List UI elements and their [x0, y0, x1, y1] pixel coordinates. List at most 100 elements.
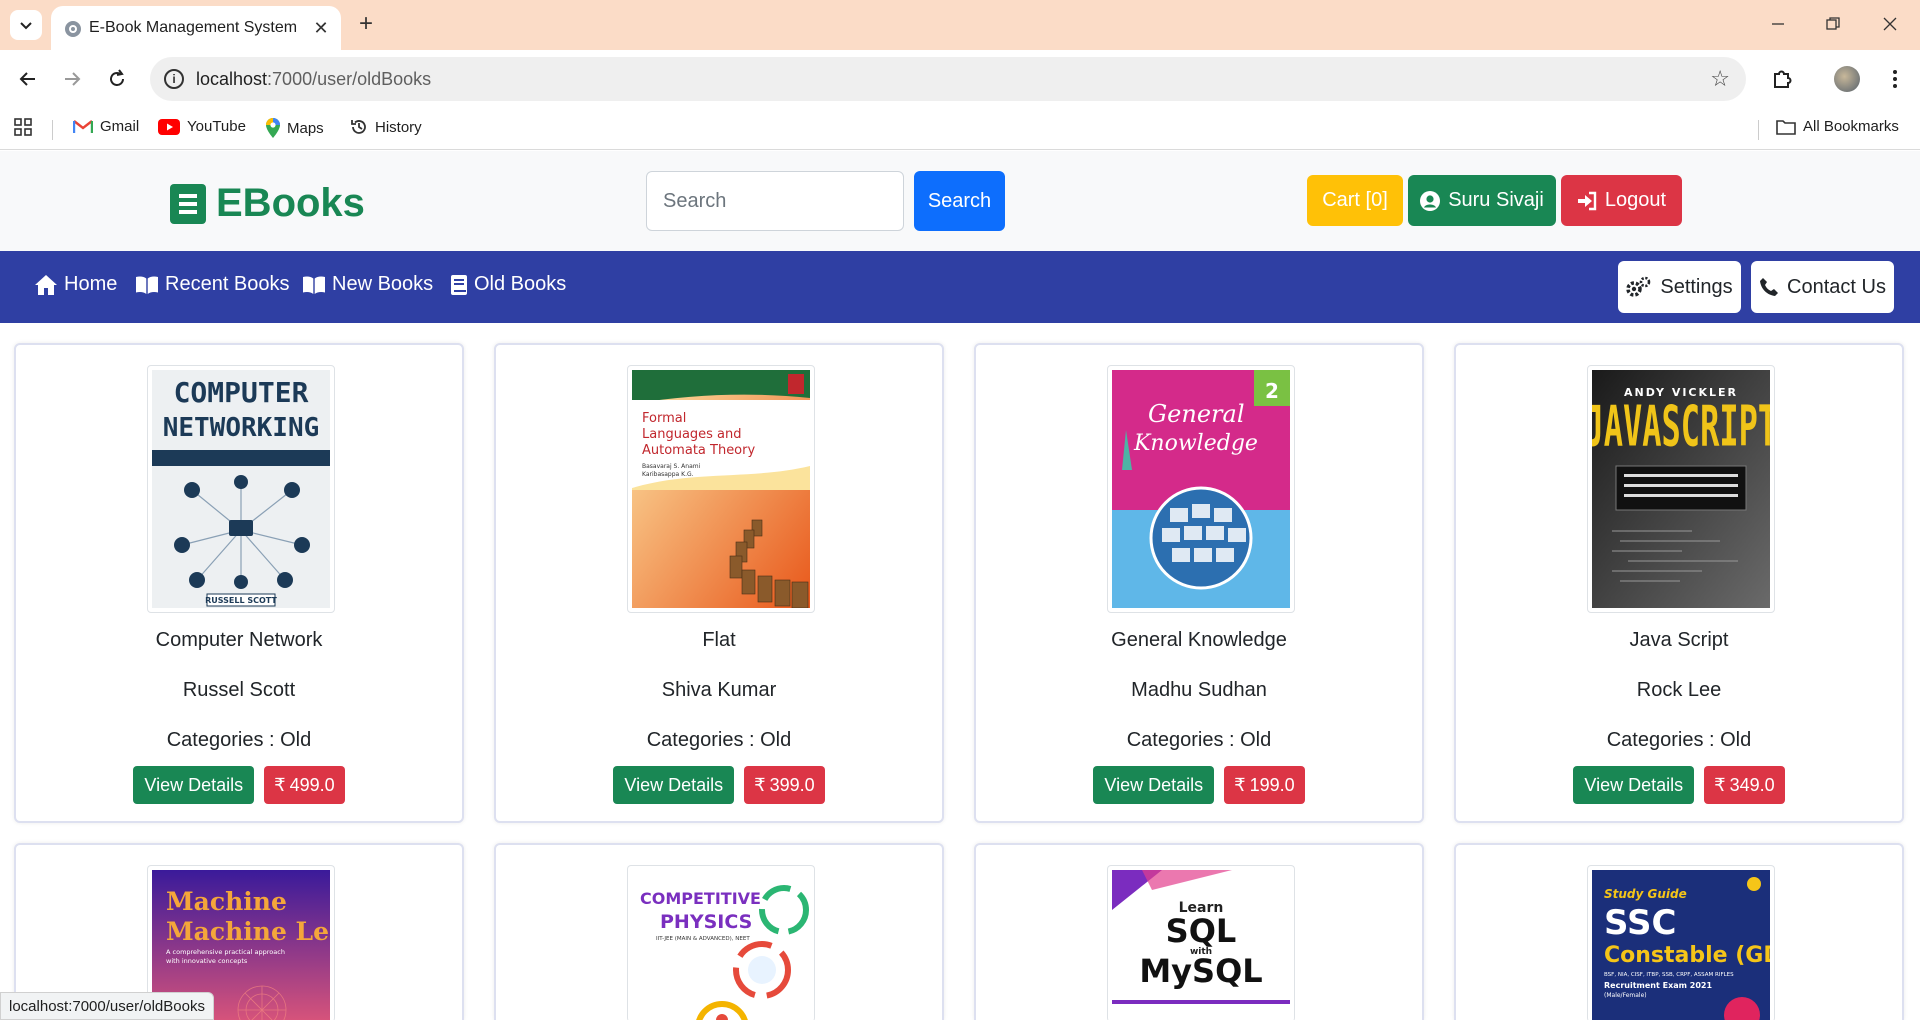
restore-icon: [1826, 17, 1840, 30]
book-author: Rock Lee: [1636, 679, 1722, 701]
price-button[interactable]: ₹349.0: [1704, 766, 1785, 804]
book-title: Flat: [702, 629, 736, 651]
url-text: localhost:7000/user/oldBooks: [196, 69, 431, 90]
reload-icon: [110, 69, 124, 86]
cart-button[interactable]: Cart [0]: [1307, 175, 1403, 226]
site-header: EBooks Search Cart [0] Suru Sivaji Logou…: [0, 151, 1920, 251]
cover-text: Machine Learning:: [166, 917, 330, 946]
forward-button[interactable]: [56, 63, 88, 95]
address-bar[interactable]: i localhost:7000/user/oldBooks ☆: [150, 57, 1746, 101]
contact-us-button[interactable]: Contact Us: [1751, 261, 1894, 313]
arrow-left-icon: [19, 72, 35, 86]
nav-recent-books[interactable]: Recent Books: [135, 273, 290, 296]
new-tab-button[interactable]: +: [352, 10, 380, 38]
cover-text: Recruitment Exam 2021: [1604, 981, 1712, 990]
user-profile-button[interactable]: Suru Sivaji: [1408, 175, 1556, 226]
bookmark-gmail[interactable]: Gmail: [73, 118, 139, 135]
svg-text:COMPETITIVE: COMPETITIVE: [640, 889, 761, 908]
book-cover-formal-languages: Formal Languages and Automata Theory Bas…: [632, 370, 810, 608]
book-cover-general-knowledge: 2 General Knowledge: [1112, 370, 1290, 608]
browser-toolbar: i localhost:7000/user/oldBooks ☆: [0, 50, 1920, 108]
browser-tab[interactable]: E-Book Management System ✕: [51, 6, 341, 50]
cart-label: Cart [0]: [1322, 189, 1388, 211]
bookmark-label: History: [375, 118, 422, 136]
book-cover-frame[interactable]: Formal Languages and Automata Theory Bas…: [627, 365, 815, 613]
price-value: 349.0: [1729, 774, 1775, 795]
nav-new-books[interactable]: New Books: [302, 273, 433, 296]
book-cover-frame[interactable]: Learn SQL with MySQL: [1107, 865, 1295, 1020]
view-details-button[interactable]: View Details: [1093, 766, 1215, 804]
nav-recent-books-label: Recent Books: [165, 273, 290, 295]
all-bookmarks-button[interactable]: All Bookmarks: [1776, 118, 1899, 135]
cover-art: COMPUTER NETWORKING RUSSELL SCOTT: [152, 370, 330, 608]
book-cover-frame[interactable]: COMPETITIVE PHYSICS IIT-JEE (MAIN & ADVA…: [627, 865, 815, 1020]
book-cover-frame[interactable]: Study Guide SSC Constable (GD) BSF, NIA,…: [1587, 865, 1775, 1020]
price-button[interactable]: ₹399.0: [744, 766, 825, 804]
search-button[interactable]: Search: [914, 171, 1005, 231]
logout-button[interactable]: Logout: [1561, 175, 1682, 226]
user-name: Suru Sivaji: [1448, 189, 1544, 211]
rupee-icon: ₹: [754, 774, 766, 795]
close-window-button[interactable]: [1870, 10, 1910, 38]
settings-button[interactable]: Settings: [1618, 261, 1741, 313]
rupee-icon: ₹: [1714, 774, 1726, 795]
nav-home[interactable]: Home: [34, 273, 117, 296]
cover-art: Study Guide SSC Constable (GD) BSF, NIA,…: [1592, 870, 1770, 1020]
book-category: Categories : Old: [166, 729, 312, 751]
nav-home-label: Home: [64, 273, 118, 295]
puzzle-icon: [1774, 70, 1792, 88]
bookmark-history[interactable]: History: [350, 118, 422, 136]
tab-search-button[interactable]: [10, 10, 42, 40]
nav-new-books-label: New Books: [332, 273, 434, 295]
cover-art: ANDY VICKLER JAVASCRIPT: [1592, 370, 1770, 608]
card-actions: View Details ₹349.0: [1456, 766, 1902, 804]
reload-button[interactable]: [101, 63, 133, 95]
site-info-icon[interactable]: i: [164, 69, 184, 89]
svg-text:Machine: Machine: [166, 887, 287, 916]
chrome-menu-button[interactable]: [1879, 63, 1911, 95]
sign-in-icon: [1577, 191, 1597, 210]
book-cover-frame[interactable]: 2 General Knowledge: [1107, 365, 1295, 613]
cover-art: Formal Languages and Automata Theory Bas…: [632, 370, 810, 608]
cover-art: COMPETITIVE PHYSICS IIT-JEE (MAIN & ADVA…: [632, 870, 810, 1020]
search-input[interactable]: [646, 171, 904, 231]
bookmark-maps[interactable]: Maps: [266, 118, 324, 138]
bookmarks-divider: [52, 120, 53, 140]
cover-text: COMPUTER: [174, 376, 309, 409]
card-actions: View Details ₹199.0: [976, 766, 1422, 804]
view-details-button[interactable]: View Details: [1573, 766, 1695, 804]
bookmark-label: YouTube: [187, 118, 246, 135]
nav-old-books[interactable]: Old Books: [450, 273, 566, 296]
book-title: General Knowledge: [1111, 629, 1287, 651]
cover-text: RUSSELL SCOTT: [205, 596, 277, 605]
restore-button[interactable]: [1813, 10, 1853, 38]
svg-text:2: 2: [1265, 379, 1279, 403]
back-button[interactable]: [12, 63, 44, 95]
svg-text:General: General: [1148, 400, 1245, 428]
settings-label: Settings: [1660, 275, 1733, 298]
apps-button[interactable]: [14, 118, 32, 136]
price-button[interactable]: ₹499.0: [264, 766, 345, 804]
price-button[interactable]: ₹199.0: [1224, 766, 1305, 804]
book-card: COMPETITIVE PHYSICS IIT-JEE (MAIN & ADVA…: [494, 843, 944, 1020]
bookmark-star-icon[interactable]: ☆: [1710, 66, 1730, 92]
view-details-button[interactable]: View Details: [133, 766, 255, 804]
nav-old-books-label: Old Books: [474, 273, 567, 295]
extensions-button[interactable]: [1766, 63, 1798, 95]
bookmark-youtube[interactable]: YouTube: [158, 118, 246, 135]
minimize-button[interactable]: [1758, 10, 1798, 38]
rupee-icon: ₹: [274, 774, 286, 795]
book-cover-frame[interactable]: COMPUTER NETWORKING RUSSELL SCOTT: [147, 365, 335, 613]
logo-text: EBooks: [216, 181, 365, 225]
book-card: Learn SQL with MySQL: [974, 843, 1424, 1020]
book-cover-frame[interactable]: ANDY VICKLER JAVASCRIPT: [1587, 365, 1775, 613]
profile-avatar[interactable]: [1831, 63, 1863, 95]
view-details-button[interactable]: View Details: [613, 766, 735, 804]
site-logo[interactable]: EBooks: [170, 181, 365, 226]
svg-text:(Male/Female): (Male/Female): [1604, 992, 1647, 999]
cover-art: 2 General Knowledge: [1112, 370, 1290, 608]
close-tab-icon[interactable]: ✕: [309, 16, 333, 40]
url-path: :7000/user/oldBooks: [267, 69, 432, 89]
svg-text:PHYSICS: PHYSICS: [660, 911, 752, 933]
svg-text:Automata Theory: Automata Theory: [642, 443, 755, 458]
